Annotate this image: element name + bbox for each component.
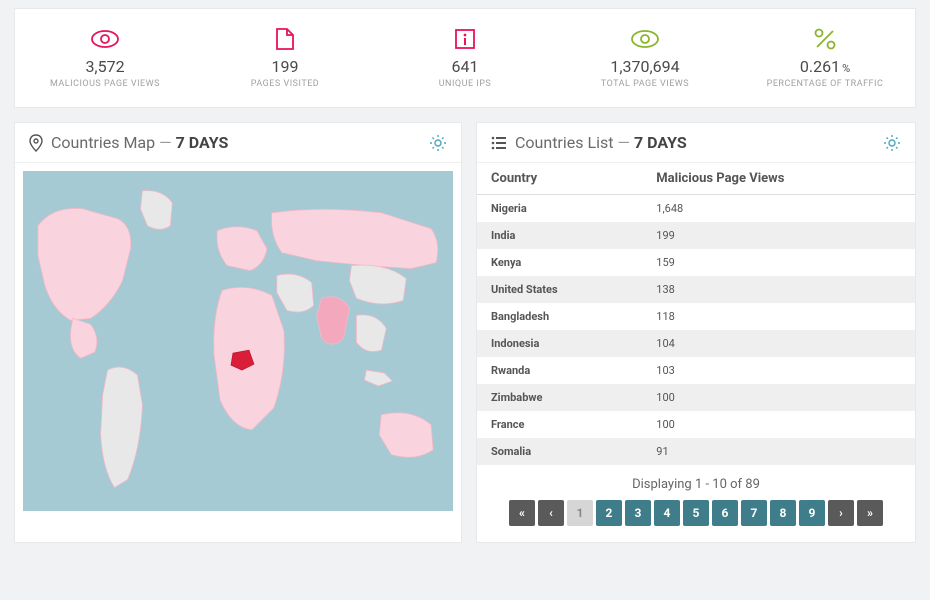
stat-percentage: 0.261% PERCENTAGE OF TRAFFIC: [735, 9, 915, 107]
percent-icon: [743, 27, 907, 51]
stat-value: 3,572: [23, 57, 187, 76]
world-map[interactable]: + -: [23, 171, 453, 511]
table-row: India199: [477, 222, 915, 249]
cell-views: 138: [642, 276, 915, 303]
page-prev-button[interactable]: ‹: [538, 500, 564, 526]
page-button-2[interactable]: 2: [596, 500, 622, 526]
pagination-label: Displaying 1 - 10 of 89: [477, 477, 915, 492]
panel-title: Countries Map: [51, 133, 155, 152]
cell-country: Somalia: [477, 438, 642, 465]
eye-icon: [563, 27, 727, 51]
map-svg: [23, 171, 453, 509]
th-country: Country: [477, 163, 642, 195]
page-button-6[interactable]: 6: [712, 500, 738, 526]
list-icon: [491, 136, 507, 150]
stat-value: 1,370,694: [563, 57, 727, 76]
stat-value: 199: [203, 57, 367, 76]
table-row: France100: [477, 411, 915, 438]
cell-country: France: [477, 411, 642, 438]
stats-row: 3,572 MALICIOUS PAGE VIEWS 199 PAGES VIS…: [14, 8, 916, 108]
page-button-5[interactable]: 5: [683, 500, 709, 526]
countries-map-panel: Countries Map — 7 DAYS + -: [14, 122, 462, 543]
table-row: Somalia91: [477, 438, 915, 465]
cell-country: United States: [477, 276, 642, 303]
page-button-1[interactable]: 1: [567, 500, 593, 526]
cell-views: 100: [642, 411, 915, 438]
cell-views: 1,648: [642, 195, 915, 223]
panel-period: 7 DAYS: [634, 133, 687, 152]
table-row: Indonesia104: [477, 330, 915, 357]
table-row: Kenya159: [477, 249, 915, 276]
stat-label: TOTAL PAGE VIEWS: [563, 79, 727, 89]
page-first-button[interactable]: «: [509, 500, 535, 526]
panel-title: Countries List: [515, 133, 613, 152]
panel-header: Countries List — 7 DAYS: [477, 123, 915, 163]
page-button-4[interactable]: 4: [654, 500, 680, 526]
countries-list-panel: Countries List — 7 DAYS Country Maliciou…: [476, 122, 916, 543]
gear-icon[interactable]: [429, 134, 447, 152]
stat-label: PERCENTAGE OF TRAFFIC: [743, 79, 907, 89]
cell-country: Nigeria: [477, 195, 642, 223]
cell-views: 103: [642, 357, 915, 384]
cell-country: Indonesia: [477, 330, 642, 357]
eye-icon: [23, 27, 187, 51]
cell-views: 118: [642, 303, 915, 330]
countries-table: Country Malicious Page Views Nigeria1,64…: [477, 163, 915, 465]
page-last-button[interactable]: »: [857, 500, 883, 526]
stat-total-views: 1,370,694 TOTAL PAGE VIEWS: [555, 9, 735, 107]
page-button-3[interactable]: 3: [625, 500, 651, 526]
table-row: Nigeria1,648: [477, 195, 915, 223]
cell-views: 91: [642, 438, 915, 465]
stat-value: 0.261%: [743, 57, 907, 76]
page-button-9[interactable]: 9: [799, 500, 825, 526]
gear-icon[interactable]: [883, 134, 901, 152]
cell-country: Rwanda: [477, 357, 642, 384]
stat-unique-ips: 641 UNIQUE IPS: [375, 9, 555, 107]
stat-pages-visited: 199 PAGES VISITED: [195, 9, 375, 107]
page-button-7[interactable]: 7: [741, 500, 767, 526]
stat-malicious-views: 3,572 MALICIOUS PAGE VIEWS: [15, 9, 195, 107]
pagination: Displaying 1 - 10 of 89 «‹123456789›»: [477, 465, 915, 542]
cell-country: India: [477, 222, 642, 249]
stat-label: PAGES VISITED: [203, 79, 367, 89]
panel-header: Countries Map — 7 DAYS: [15, 123, 461, 163]
cell-country: Kenya: [477, 249, 642, 276]
cell-views: 104: [642, 330, 915, 357]
map-pin-icon: [29, 134, 43, 152]
panel-period: 7 DAYS: [176, 133, 229, 152]
table-row: Rwanda103: [477, 357, 915, 384]
cell-views: 159: [642, 249, 915, 276]
stat-label: MALICIOUS PAGE VIEWS: [23, 79, 187, 89]
table-row: Zimbabwe100: [477, 384, 915, 411]
file-icon: [203, 27, 367, 51]
cell-country: Bangladesh: [477, 303, 642, 330]
th-views: Malicious Page Views: [642, 163, 915, 195]
table-row: Bangladesh118: [477, 303, 915, 330]
cell-country: Zimbabwe: [477, 384, 642, 411]
table-row: United States138: [477, 276, 915, 303]
stat-label: UNIQUE IPS: [383, 79, 547, 89]
stat-value: 641: [383, 57, 547, 76]
cell-views: 100: [642, 384, 915, 411]
info-icon: [383, 27, 547, 51]
page-button-8[interactable]: 8: [770, 500, 796, 526]
page-next-button[interactable]: ›: [828, 500, 854, 526]
cell-views: 199: [642, 222, 915, 249]
